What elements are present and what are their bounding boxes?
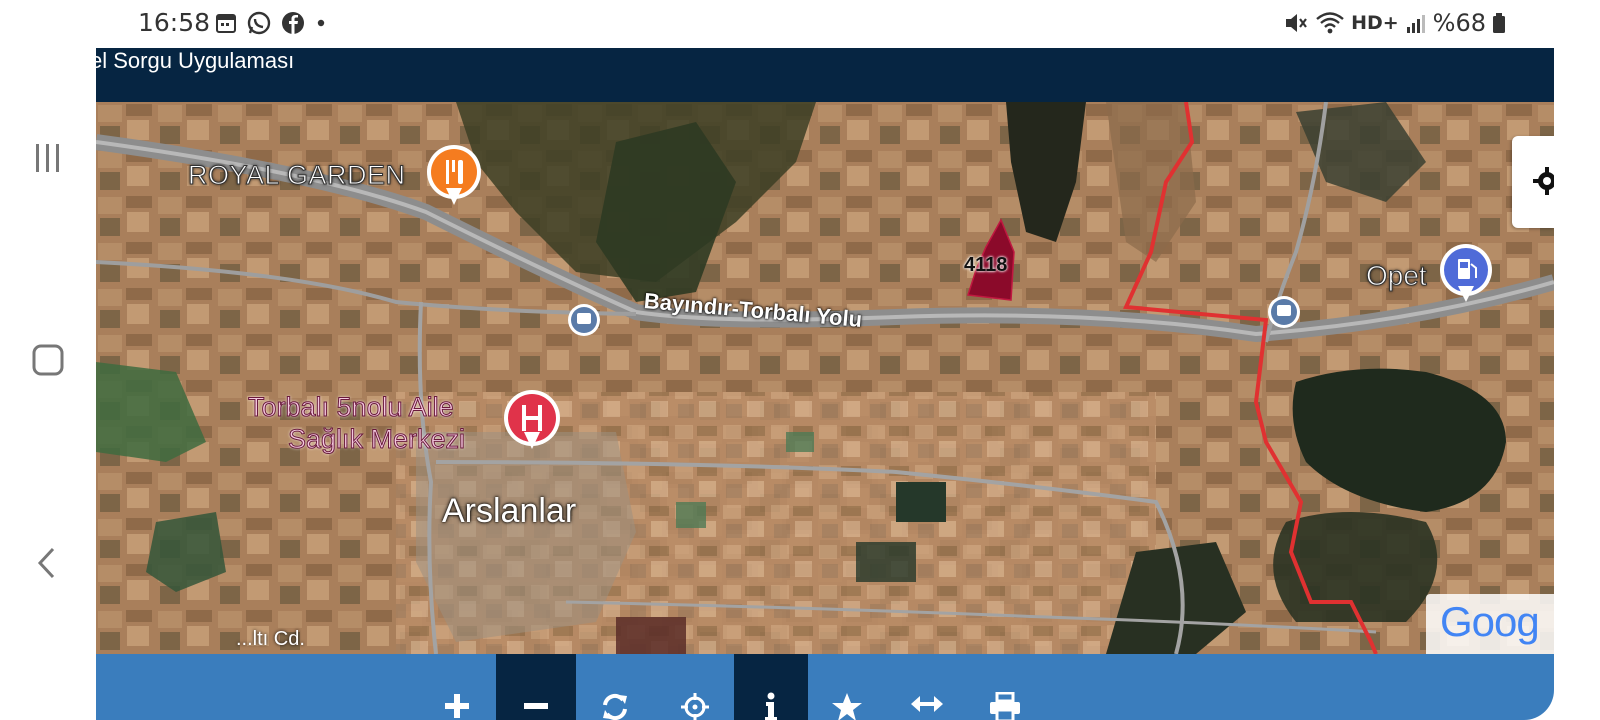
google-logo-text: Goog (1440, 598, 1540, 645)
battery-percentage: %68 (1432, 9, 1486, 37)
system-navigation-bar (0, 0, 96, 720)
zoom-out-button[interactable] (496, 654, 576, 720)
locate-button[interactable] (656, 654, 734, 720)
app-window: 16:58 HD+ %68 el Sorgu Uygulaması ROYAL … (96, 0, 1554, 720)
facebook-icon (282, 12, 304, 34)
transit-stop-icon[interactable] (1268, 296, 1300, 328)
mute-icon (1286, 14, 1307, 32)
back-icon (37, 547, 55, 579)
star-icon (832, 693, 862, 720)
gear-icon (1533, 167, 1554, 195)
notification-icons (214, 10, 328, 36)
measure-button[interactable] (888, 654, 966, 720)
satellite-map[interactable]: ROYAL GARDEN Bayındır-Torbalı Yolu Torba… (96, 102, 1554, 654)
recent-apps-icon (36, 144, 59, 172)
status-bar: 16:58 HD+ %68 (96, 0, 1554, 48)
system-status-icons: HD+ %68 (1283, 9, 1506, 37)
whatsapp-icon (247, 11, 271, 35)
plus-icon (445, 694, 469, 718)
network-type-label: HD+ (1351, 12, 1399, 34)
place-label-health-center[interactable]: Torbalı 5nolu Aile (248, 392, 455, 423)
back-button[interactable] (28, 543, 68, 583)
town-label-arslanlar: Arslanlar (442, 492, 577, 530)
device-screen: 16:58 HD+ %68 el Sorgu Uygulaması ROYAL … (0, 0, 1600, 720)
place-label-royal-garden[interactable]: ROYAL GARDEN (188, 160, 406, 191)
printer-icon (990, 692, 1020, 720)
transit-stop-icon[interactable] (568, 304, 600, 336)
map-settings-button[interactable] (1512, 136, 1554, 228)
calendar-icon (216, 14, 236, 33)
home-icon (32, 344, 64, 376)
home-button[interactable] (28, 340, 68, 380)
wifi-icon (1316, 12, 1344, 34)
map-toolbar (96, 654, 1554, 720)
refresh-button[interactable] (576, 654, 654, 720)
arrows-horizontal-icon (911, 696, 943, 712)
clock: 16:58 (138, 8, 211, 37)
app-title: el Sorgu Uygulaması (96, 48, 295, 73)
minus-icon (524, 703, 548, 709)
crosshair-icon (681, 693, 709, 720)
info-button[interactable] (734, 654, 808, 720)
signal-strength-icon (1406, 15, 1425, 33)
app-header: el Sorgu Uygulaması (96, 48, 1554, 102)
more-notifications-icon (317, 19, 325, 27)
print-button[interactable] (966, 654, 1044, 720)
place-label-opet[interactable]: Opet (1366, 260, 1428, 292)
refresh-icon (603, 693, 627, 720)
street-label: ...ltı Cd. (236, 628, 305, 650)
zoom-in-button[interactable] (418, 654, 496, 720)
parcel-number-label[interactable]: 4118 (964, 254, 1007, 277)
place-label-health-center-line2[interactable]: Sağlık Merkezi (287, 424, 465, 455)
favorite-button[interactable] (808, 654, 886, 720)
recent-apps-button[interactable] (28, 138, 68, 178)
battery-icon (1493, 13, 1505, 33)
google-logo: Goog (1426, 594, 1554, 654)
info-icon (765, 692, 777, 720)
